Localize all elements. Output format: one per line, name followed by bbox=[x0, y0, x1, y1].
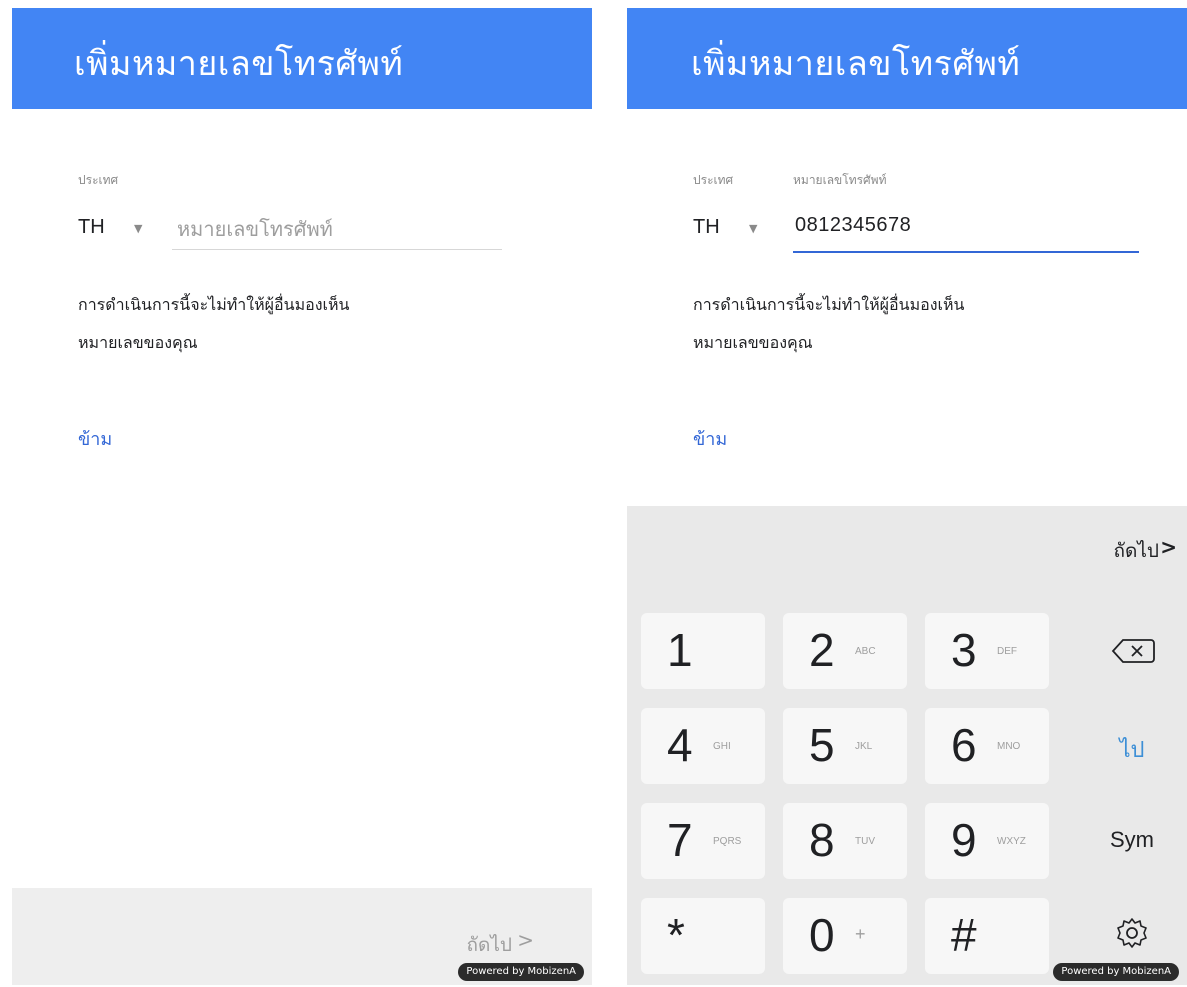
phone-number-input[interactable]: หมายเลขโทรศัพท์ bbox=[177, 213, 333, 245]
input-underline bbox=[172, 249, 502, 250]
key-digit: 1 bbox=[667, 624, 693, 676]
page-title: เพิ่มหมายเลขโทรศัพท์ bbox=[691, 44, 1021, 84]
key-2[interactable]: 2 ABC bbox=[783, 613, 907, 689]
key-digit: 3 bbox=[951, 624, 977, 676]
key-digit: 6 bbox=[951, 719, 977, 771]
key-hash[interactable]: # bbox=[925, 898, 1049, 974]
key-digit: # bbox=[951, 909, 977, 961]
key-digit: 7 bbox=[667, 814, 693, 866]
key-digit: 8 bbox=[809, 814, 835, 866]
next-button[interactable]: ถัดไป bbox=[1114, 536, 1159, 566]
notice-line: การดำเนินการนี้จะไม่ทำให้ผู้อื่นมองเห็น bbox=[693, 295, 965, 314]
key-letters: + bbox=[855, 924, 866, 944]
key-5[interactable]: 5 JKL bbox=[783, 708, 907, 784]
backspace-icon bbox=[1111, 639, 1155, 663]
key-letters: ABC bbox=[855, 646, 876, 657]
phone-screen-filled: เพิ่มหมายเลขโทรศัพท์ ประเทศ หมายเลขโทรศั… bbox=[627, 8, 1187, 985]
key-digit: 9 bbox=[951, 814, 977, 866]
key-letters: JKL bbox=[855, 741, 873, 752]
country-select[interactable]: TH bbox=[693, 216, 720, 239]
go-key[interactable]: ไป bbox=[1083, 708, 1181, 784]
backspace-key[interactable] bbox=[1083, 613, 1181, 689]
chevron-right-icon[interactable]: > bbox=[1160, 535, 1177, 559]
key-9[interactable]: 9 WXYZ bbox=[925, 803, 1049, 879]
key-1[interactable]: 1 bbox=[641, 613, 765, 689]
key-6[interactable]: 6 MNO bbox=[925, 708, 1049, 784]
phone-number-label: หมายเลขโทรศัพท์ bbox=[793, 173, 887, 187]
key-letters: DEF bbox=[997, 646, 1017, 657]
sym-key-label: Sym bbox=[1110, 827, 1154, 852]
key-letters: TUV bbox=[855, 836, 875, 847]
privacy-notice: การดำเนินการนี้จะไม่ทำให้ผู้อื่นมองเห็น … bbox=[78, 286, 518, 362]
notice-line: หมายเลขของคุณ bbox=[78, 333, 198, 352]
key-0[interactable]: 0 + bbox=[783, 898, 907, 974]
go-key-label: ไป bbox=[1119, 737, 1145, 762]
key-3[interactable]: 3 DEF bbox=[925, 613, 1049, 689]
skip-link[interactable]: ข้าม bbox=[78, 424, 112, 453]
app-bar: เพิ่มหมายเลขโทรศัพท์ bbox=[12, 8, 592, 109]
key-letters: GHI bbox=[713, 741, 731, 752]
key-8[interactable]: 8 TUV bbox=[783, 803, 907, 879]
input-underline-focused bbox=[793, 251, 1139, 253]
numeric-keyboard: ถัดไป > 1 2 ABC 3 DEF 4 GHI 5 JKL 6 MNO … bbox=[627, 506, 1187, 985]
page-title: เพิ่มหมายเลขโทรศัพท์ bbox=[74, 44, 404, 84]
key-7[interactable]: 7 PQRS bbox=[641, 803, 765, 879]
key-letters: WXYZ bbox=[997, 836, 1026, 847]
key-star[interactable]: * bbox=[641, 898, 765, 974]
app-bar: เพิ่มหมายเลขโทรศัพท์ bbox=[627, 8, 1187, 109]
privacy-notice: การดำเนินการนี้จะไม่ทำให้ผู้อื่นมองเห็น … bbox=[693, 286, 1133, 362]
recorder-watermark: Powered by MobizenA bbox=[1053, 963, 1179, 981]
key-letters: MNO bbox=[997, 741, 1021, 752]
sym-key[interactable]: Sym bbox=[1083, 803, 1181, 879]
key-digit: * bbox=[667, 909, 685, 961]
skip-link[interactable]: ข้าม bbox=[693, 424, 727, 453]
dropdown-arrow-icon[interactable]: ▼ bbox=[749, 222, 757, 235]
country-label: ประเทศ bbox=[78, 173, 119, 187]
phone-screen-empty: เพิ่มหมายเลขโทรศัพท์ ประเทศ TH ▼ หมายเลข… bbox=[12, 8, 592, 985]
key-digit: 5 bbox=[809, 719, 835, 771]
next-button[interactable]: ถัดไป bbox=[467, 930, 512, 960]
key-digit: 2 bbox=[809, 624, 835, 676]
country-label: ประเทศ bbox=[693, 173, 734, 187]
dropdown-arrow-icon[interactable]: ▼ bbox=[134, 222, 142, 235]
gear-icon bbox=[1117, 918, 1147, 948]
chevron-right-icon[interactable]: > bbox=[517, 928, 534, 952]
recorder-watermark: Powered by MobizenA bbox=[458, 963, 584, 981]
country-select[interactable]: TH bbox=[78, 216, 105, 239]
key-digit: 4 bbox=[667, 719, 693, 771]
phone-number-input[interactable]: 0812345678 bbox=[795, 214, 911, 237]
key-digit: 0 bbox=[809, 909, 835, 961]
key-4[interactable]: 4 GHI bbox=[641, 708, 765, 784]
notice-line: การดำเนินการนี้จะไม่ทำให้ผู้อื่นมองเห็น bbox=[78, 295, 350, 314]
notice-line: หมายเลขของคุณ bbox=[693, 333, 813, 352]
key-letters: PQRS bbox=[713, 836, 742, 847]
